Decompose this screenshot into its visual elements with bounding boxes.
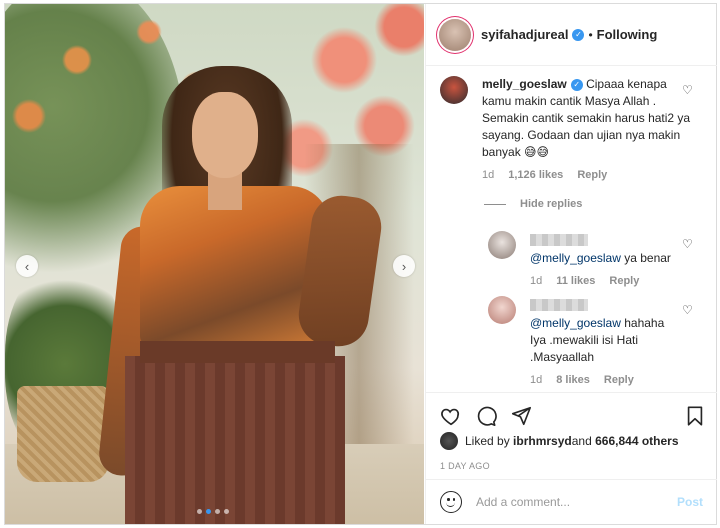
post-actions [426, 392, 717, 432]
model-figure [97, 66, 400, 524]
following-button[interactable]: Following [597, 27, 658, 42]
reply-likes[interactable]: 11 likes [556, 273, 595, 290]
chevron-left-icon: ‹ [24, 258, 30, 274]
carousel-dot [197, 509, 202, 514]
redacted-username [530, 298, 588, 311]
reply-age: 1d [530, 275, 543, 287]
heart-icon[interactable]: ♡ [682, 304, 694, 316]
reply-meta: 1d 11 likes Reply [530, 273, 680, 290]
reply-avatar[interactable] [488, 296, 516, 324]
reply-item: @melly_goeslaw ya benar 1d 11 likes Repl… [488, 231, 680, 290]
reply-age: 1d [530, 374, 543, 386]
chevron-right-icon: › [401, 258, 407, 274]
likes-prefix: Liked by [465, 434, 510, 448]
liker-avatar[interactable] [440, 432, 458, 450]
reply-reply-button[interactable]: Reply [609, 273, 639, 290]
likes-middle: and [571, 434, 592, 448]
model-belt [140, 341, 335, 363]
comment-input[interactable] [476, 495, 666, 509]
verified-badge-icon: ✓ [572, 28, 585, 41]
comments-list[interactable]: melly_goeslaw ✓ Cipaaa kenapa kamu makin … [426, 66, 717, 392]
post-sidebar: syifahadjureal ✓ • Following melly_goesl… [425, 4, 717, 524]
hide-replies-button[interactable]: Hide replies [484, 198, 582, 210]
post-photo[interactable]: ‹ › [5, 4, 424, 524]
share-icon[interactable] [510, 405, 532, 427]
reply-item: @melly_goeslaw hahaha Iya .mewakili isi … [488, 296, 680, 389]
post-header: syifahadjureal ✓ • Following [426, 4, 717, 66]
reply-mention[interactable]: @melly_goeslaw [530, 251, 621, 265]
liker-username[interactable]: ibrhmrsyd [513, 434, 572, 448]
redacted-username [530, 233, 588, 246]
reply-body: @melly_goeslaw ya benar 1d 11 likes Repl… [530, 231, 680, 290]
bookmark-icon[interactable] [684, 405, 706, 427]
reply-likes[interactable]: 8 likes [556, 372, 590, 389]
likes-summary: Liked by ibrhmrsyd and 666,844 others [440, 432, 679, 450]
carousel-dot [224, 509, 229, 514]
header-separator: • [588, 27, 593, 42]
comment-reply-button[interactable]: Reply [577, 167, 607, 184]
comment-meta: 1d 1,126 likes Reply [482, 167, 692, 184]
carousel-dot [215, 509, 220, 514]
commenter-avatar[interactable] [440, 76, 468, 104]
comment-age: 1d [482, 169, 495, 181]
reply-body: @melly_goeslaw hahaha Iya .mewakili isi … [530, 296, 680, 389]
carousel-next-button[interactable]: › [393, 255, 415, 277]
comment-icon[interactable] [475, 405, 497, 427]
hide-replies-line [484, 203, 506, 205]
author-avatar[interactable] [439, 18, 471, 51]
post-modal: ‹ › syifahadjureal ✓ • Following melly_g… [4, 3, 717, 525]
heart-icon[interactable]: ♡ [682, 84, 694, 96]
heart-icon[interactable] [440, 405, 462, 427]
author-username[interactable]: syifahadjureal [481, 27, 568, 42]
reply-meta: 1d 8 likes Reply [530, 372, 680, 389]
reply-reply-button[interactable]: Reply [604, 372, 634, 389]
reply-text: ya benar [620, 251, 671, 265]
verified-badge-icon: ✓ [570, 78, 583, 91]
model-skirt [125, 356, 345, 524]
add-comment-bar: Post [426, 479, 717, 524]
post-timestamp[interactable]: 1 DAY AGO [440, 461, 490, 471]
wicker-basket [17, 386, 109, 482]
reply-avatar[interactable] [488, 231, 516, 259]
heart-icon[interactable]: ♡ [682, 238, 694, 250]
carousel-indicator [197, 509, 229, 514]
emoji-icon[interactable] [440, 491, 462, 513]
comment-username[interactable]: melly_goeslaw [482, 77, 567, 91]
comment-likes[interactable]: 1,126 likes [508, 167, 563, 184]
comment-item: melly_goeslaw ✓ Cipaaa kenapa kamu makin … [440, 76, 692, 184]
hide-replies-label: Hide replies [520, 198, 583, 210]
reply-mention[interactable]: @melly_goeslaw [530, 316, 621, 330]
post-button[interactable]: Post [677, 495, 703, 509]
likes-others[interactable]: 666,844 others [595, 434, 678, 448]
comment-body: melly_goeslaw ✓ Cipaaa kenapa kamu makin … [482, 76, 692, 184]
carousel-dot [206, 509, 211, 514]
carousel-prev-button[interactable]: ‹ [16, 255, 38, 277]
model-face [192, 92, 258, 178]
